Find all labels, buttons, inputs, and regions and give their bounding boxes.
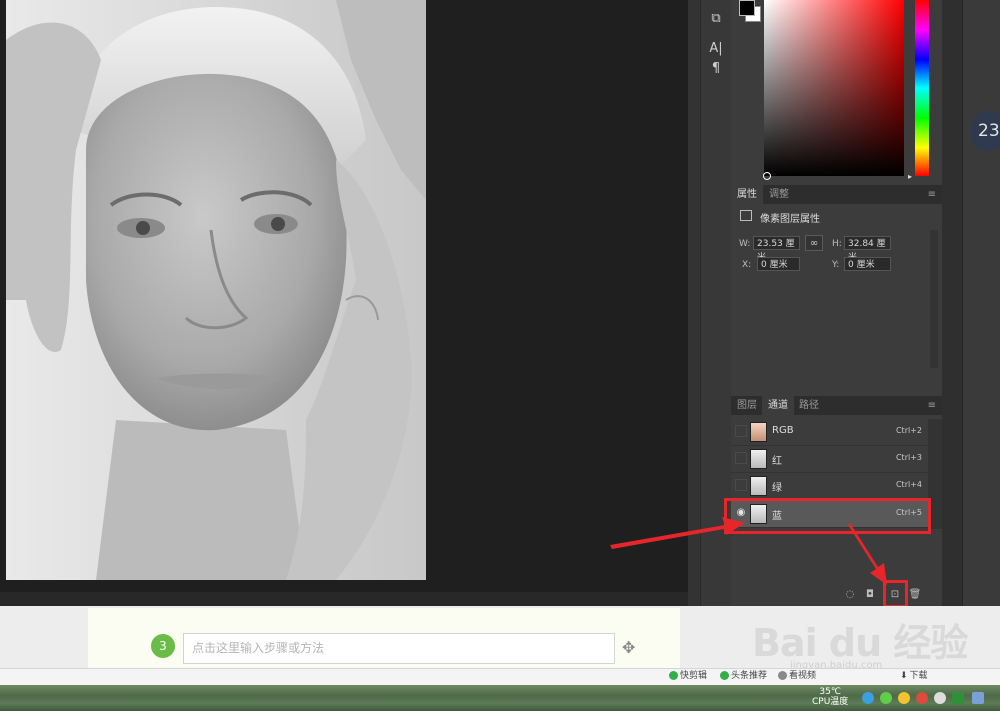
pixel-layer-icon [740,210,752,221]
y-label: Y: [832,260,840,270]
y-field[interactable]: 0 厘米 [844,257,891,271]
channel-row-green[interactable]: 绿 Ctrl+4 [731,473,928,500]
statusbar-item-video[interactable]: 看视频 [778,670,816,683]
transform-icon[interactable]: ⧉ [705,8,727,30]
channel-thumbnail [750,476,767,496]
channels-tabbar: 图层 通道 路径 ≡ [731,396,942,415]
browser-statusbar [0,668,1000,686]
x-label: X: [742,260,752,270]
channel-row-rgb[interactable]: RGB Ctrl+2 [731,419,928,446]
character-icon[interactable]: A| [705,38,727,60]
visibility-toggle[interactable] [735,452,747,464]
collapsed-panel-column [962,0,1000,606]
properties-header: 像素图层属性 [760,214,820,225]
link-icon[interactable]: ∞ [805,235,823,251]
tab-layers[interactable]: 图层 [731,396,763,415]
annotation-arrows [610,517,887,585]
portrait-illustration [6,0,426,580]
tray-icon[interactable] [880,692,892,704]
baidu-watermark: Bai du 经验 [752,621,968,665]
panel-menu-icon[interactable]: ≡ [928,189,936,200]
channel-shortcut: Ctrl+4 [895,480,922,489]
channel-name: 绿 [772,483,782,494]
tray-icon[interactable] [862,692,874,704]
hue-slider[interactable] [915,0,929,176]
properties-tabbar: 属性 调整 ≡ [731,185,942,204]
tray-icon[interactable] [916,692,928,704]
channel-thumbnail [750,449,767,469]
step-number-badge: 3 [151,634,175,658]
tab-channels[interactable]: 通道 [762,396,794,415]
foreground-background-swatches[interactable] [737,0,761,24]
move-icon[interactable]: ✥ [622,638,635,657]
color-picker-cursor[interactable] [763,172,771,180]
hue-slider-handle[interactable]: ▸ [908,172,912,181]
channel-name: 红 [772,456,782,467]
visibility-toggle[interactable] [735,425,747,437]
visibility-toggle[interactable] [735,479,747,491]
channel-thumbnail [750,422,767,442]
statusbar-item-download[interactable]: ⬇ 下载 [900,670,928,683]
tab-properties[interactable]: 属性 [731,185,763,204]
os-taskbar [0,685,1000,711]
channels-menu-icon[interactable]: ≡ [928,400,936,411]
volume-icon[interactable] [934,692,946,704]
paragraph-icon[interactable]: ¶ [705,58,727,80]
properties-scrollbar[interactable] [930,230,938,368]
channel-shortcut: Ctrl+2 [895,426,922,435]
x-field[interactable]: 0 厘米 [757,257,800,271]
statusbar-item-quick-edit[interactable]: 快剪辑 [669,670,707,683]
canvas-scrollbar[interactable] [0,592,688,606]
w-label: W: [739,239,751,249]
cpu-temperature: 35℃ CPU温度 [812,687,849,707]
tab-paths[interactable]: 路径 [793,396,825,415]
width-field[interactable]: 23.53 厘米 [753,236,800,263]
tab-adjustments[interactable]: 调整 [763,185,795,204]
channel-row-red[interactable]: 红 Ctrl+3 [731,446,928,473]
statusbar-item-headlines[interactable]: 头条推荐 [720,670,767,683]
portrait-photo [6,0,426,580]
color-saturation-field[interactable] [764,0,904,176]
channel-shortcut: Ctrl+3 [895,453,922,462]
channel-name: RGB [772,425,794,436]
tray-icon[interactable] [972,692,984,704]
h-label: H: [832,239,842,249]
tray-icon[interactable] [898,692,910,704]
floating-badge[interactable]: 23 [970,111,1000,151]
tray-icon[interactable] [952,692,964,704]
height-field[interactable]: 32.84 厘米 [844,236,891,263]
trash-icon[interactable]: 🗑 [908,589,922,600]
step-input[interactable]: 点击这里输入步骤或方法 [183,633,615,664]
